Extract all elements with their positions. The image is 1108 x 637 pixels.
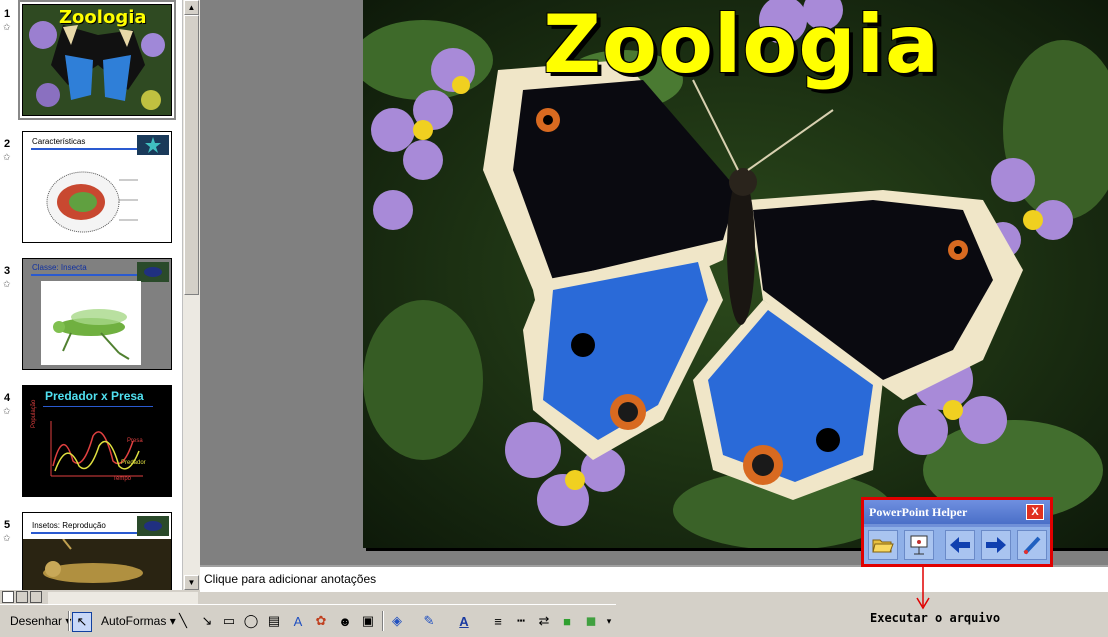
slide-number: 4 <box>4 392 11 404</box>
insect-icon <box>137 516 169 536</box>
scroll-up-button[interactable]: ▲ <box>184 0 199 15</box>
chart-ylabel: População <box>31 399 37 428</box>
line-color-icon[interactable]: ✎ <box>420 612 438 630</box>
wordart-icon[interactable]: A <box>289 612 307 630</box>
thumbnail-title: Classe: Insecta <box>32 263 87 272</box>
next-slide-button[interactable] <box>981 530 1011 560</box>
title-underline <box>31 148 146 150</box>
slide-thumbnail-4[interactable]: Predador x Presa População Presa Predado… <box>22 385 172 497</box>
draw-menu-label: Desenhar <box>10 614 63 628</box>
slide-title[interactable]: Zoologia <box>543 0 940 91</box>
slide-thumbnail-1[interactable]: Zoologia <box>18 0 176 120</box>
text-box-icon[interactable]: ▤ <box>265 612 283 630</box>
notes-pane[interactable]: Clique para adicionar anotações <box>200 565 1108 592</box>
dash-style-icon[interactable]: ┅ <box>512 612 530 630</box>
thumbnail-scrollbar[interactable]: ▲ ▼ <box>182 0 200 590</box>
helper-toolbar <box>864 527 1050 564</box>
pen-icon <box>1023 536 1041 555</box>
shadow-style-icon[interactable]: ■ <box>558 612 576 630</box>
diagram-icon[interactable]: ✿ <box>312 612 330 630</box>
normal-view-button[interactable] <box>2 591 14 603</box>
thumbnail-title: Predador x Presa <box>45 389 144 403</box>
drawing-toolbar: Desenhar ▾ ↖ AutoFormas ▾ ╲ ↘ ▭ ◯ ▤ A ✿ … <box>0 604 616 637</box>
chart-series-label-predador: Predador <box>121 460 146 466</box>
scroll-thumb[interactable] <box>184 15 199 295</box>
line-icon[interactable]: ╲ <box>174 612 192 630</box>
slide-transition-icon: ✩ <box>3 279 11 289</box>
draw-menu-button[interactable]: Desenhar ▾ <box>10 611 71 631</box>
run-presentation-button[interactable] <box>904 530 934 560</box>
chart-xlabel: Tempo <box>113 476 132 482</box>
helper-title: PowerPoint Helper <box>869 505 968 519</box>
slide-thumbnail-3[interactable]: Classe: Insecta <box>22 258 172 370</box>
slide-thumbnail-2[interactable]: Características <box>22 131 172 243</box>
pen-tool-button[interactable] <box>1017 530 1047 560</box>
slide-sorter-view-button[interactable] <box>16 591 28 603</box>
grasshopper-image <box>41 281 141 365</box>
grasshopper-photo <box>23 539 171 590</box>
scroll-down-button[interactable]: ▼ <box>184 575 199 590</box>
select-pointer-icon[interactable]: ↖ <box>72 612 92 632</box>
slide-transition-icon: ✩ <box>3 533 11 543</box>
thumbnail-title: Zoologia <box>59 7 147 28</box>
slide-transition-icon: ✩ <box>3 22 11 32</box>
slide-transition-icon: ✩ <box>3 406 11 416</box>
rectangle-icon[interactable]: ▭ <box>220 612 238 630</box>
open-file-button[interactable] <box>868 530 898 560</box>
oval-icon[interactable]: ◯ <box>242 612 260 630</box>
arrow-style-icon[interactable]: ⇄ <box>535 612 553 630</box>
toolbar-options-icon[interactable]: ▾ <box>604 612 614 630</box>
thumbnail-title: Características <box>32 137 86 146</box>
arrow-icon[interactable]: ↘ <box>198 612 216 630</box>
title-underline <box>43 406 153 407</box>
powerpoint-helper-window: PowerPoint Helper X <box>861 497 1053 567</box>
slide-number: 5 <box>4 519 11 531</box>
arrow-left-icon <box>950 537 970 553</box>
fill-color-icon[interactable]: ◈ <box>388 612 406 630</box>
horizontal-scrollbar[interactable] <box>48 592 198 604</box>
annotation-label: Executar o arquivo <box>870 611 1001 625</box>
annotation-arrow-icon <box>916 564 930 610</box>
title-underline <box>31 274 141 276</box>
autoshapes-menu-button[interactable]: AutoFormas ▾ <box>101 611 176 631</box>
notes-placeholder[interactable]: Clique para adicionar anotações <box>204 572 376 586</box>
3d-style-icon[interactable]: ◼ <box>582 612 600 630</box>
autoshapes-menu-label: AutoFormas <box>101 614 167 628</box>
font-color-icon[interactable]: A <box>455 612 473 630</box>
thumbnail-title: Insetos: Reprodução <box>32 521 106 530</box>
slide-thumbnail-panel: 1 ✩ Zoologia 2 ✩ Características 3 ✩ Cla… <box>0 0 182 590</box>
slide-editor-area: Zoologia <box>200 0 1108 565</box>
line-style-icon[interactable]: ≡ <box>489 612 507 630</box>
toolbar-separator <box>382 611 384 631</box>
arrow-right-icon <box>986 537 1006 553</box>
slide-number: 3 <box>4 265 11 277</box>
previous-slide-button[interactable] <box>945 530 975 560</box>
toolbar-separator <box>68 611 70 631</box>
clip-art-icon[interactable]: ☻ <box>336 612 354 630</box>
current-slide[interactable]: Zoologia <box>363 0 1108 548</box>
predator-prey-chart <box>50 421 143 477</box>
presentation-screen-icon <box>910 535 928 555</box>
helper-titlebar[interactable]: PowerPoint Helper X <box>864 500 1050 524</box>
folder-open-icon <box>872 539 894 553</box>
title-underline <box>31 532 141 534</box>
anatomy-diagram-image <box>46 171 138 233</box>
slide-transition-icon: ✩ <box>3 152 11 162</box>
slide-number: 1 <box>4 8 11 20</box>
slide-thumbnail-5[interactable]: Insetos: Reprodução <box>22 512 172 590</box>
chart-series-label-presa: Presa <box>127 438 143 444</box>
starfish-icon <box>137 135 169 155</box>
close-button[interactable]: X <box>1026 504 1044 520</box>
insert-picture-icon[interactable]: ▣ <box>359 612 377 630</box>
slide-number: 2 <box>4 138 11 150</box>
slideshow-view-button[interactable] <box>30 591 42 603</box>
insect-icon <box>137 262 169 282</box>
